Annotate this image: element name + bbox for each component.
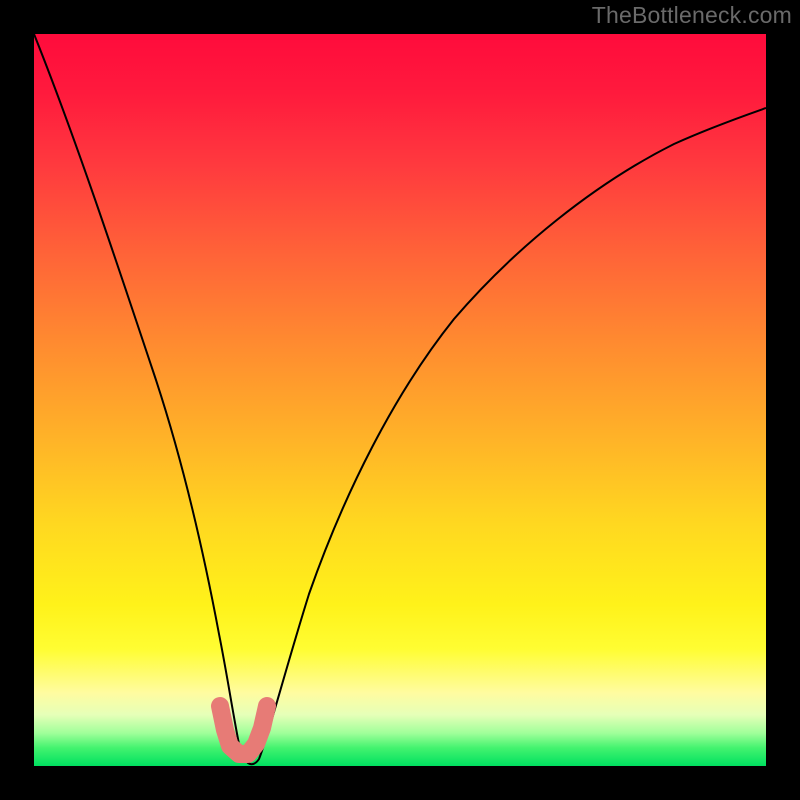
watermark-text: TheBottleneck.com [592,2,792,29]
bottleneck-curve [34,34,766,764]
curve-layer [34,34,766,766]
plot-area [34,34,766,766]
chart-frame: TheBottleneck.com [0,0,800,800]
minimum-highlight-overlay [220,706,267,754]
